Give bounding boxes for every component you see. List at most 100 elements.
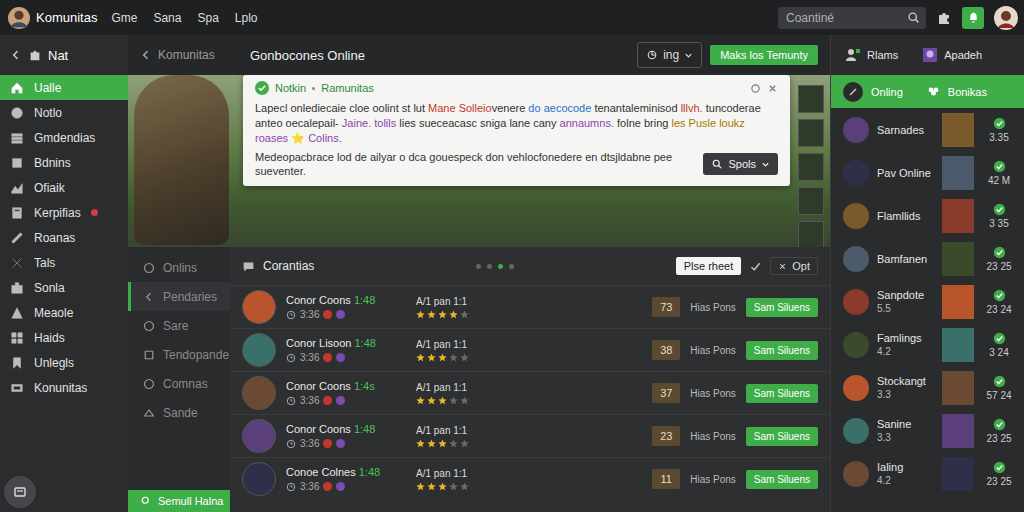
- friend-row[interactable]: Stockangt3.357 24: [831, 366, 1024, 409]
- top-nav: Gme Sana Spa Lplo: [111, 11, 257, 25]
- feed-row[interactable]: Conor Coons 1:483:36A/1 pan 1:123Hias Po…: [230, 414, 830, 457]
- gallery-thumb[interactable]: [798, 221, 824, 247]
- player-avatar[interactable]: [242, 290, 276, 324]
- filter-dropdown[interactable]: ing: [637, 42, 702, 68]
- nav-link[interactable]: Sana: [153, 11, 181, 25]
- player-name: Conor Coons: [286, 423, 351, 435]
- notification-source[interactable]: Ramunitas: [321, 82, 374, 94]
- sidebar-item[interactable]: Bdnins: [0, 150, 128, 175]
- friend-avatar: [843, 461, 869, 487]
- minimize-icon[interactable]: [750, 83, 761, 94]
- gallery-thumb[interactable]: [798, 153, 824, 181]
- search-dropdown-button[interactable]: Spols: [703, 153, 778, 175]
- sidebar-item[interactable]: Ofiaik: [0, 175, 128, 200]
- friend-row[interactable]: Sanine3.323 25: [831, 409, 1024, 452]
- sidebar-item[interactable]: Unlegls: [0, 350, 128, 375]
- sidebar-item[interactable]: Ualle: [0, 75, 128, 100]
- right-tab[interactable]: Rlams: [845, 47, 898, 63]
- clock-icon: [286, 439, 296, 449]
- friend-row[interactable]: Sarnades3.35: [831, 108, 1024, 151]
- feed-row[interactable]: Conor Coons 1:4s3:36A/1 pan 1:137Hias Po…: [230, 371, 830, 414]
- friend-row[interactable]: Bamfanen23 25: [831, 237, 1024, 280]
- pager-dot[interactable]: [498, 264, 503, 269]
- notifications-button[interactable]: [962, 7, 984, 29]
- star-icon: [427, 353, 436, 362]
- subnav-item[interactable]: Sande: [128, 398, 230, 427]
- friend-avatar: [843, 418, 869, 444]
- player-meta: 3:36: [300, 438, 319, 449]
- subnav-item[interactable]: Sare: [128, 311, 230, 340]
- friend-name: Pav Online: [877, 167, 934, 179]
- feed-row[interactable]: Conoe Colnes 1:483:36A/1 pan 1:111Hias P…: [230, 457, 830, 500]
- back-link[interactable]: Komunitas: [128, 48, 230, 62]
- clock-icon: [286, 310, 296, 320]
- subnav-item[interactable]: Pendaries: [128, 282, 230, 311]
- nav-link[interactable]: Lplo: [235, 11, 258, 25]
- bonus-tab[interactable]: Bonikas: [927, 85, 987, 98]
- sidebar-item[interactable]: Notlo: [0, 100, 128, 125]
- sidebar-item[interactable]: Roanas: [0, 225, 128, 250]
- friend-row[interactable]: Famlings4.23 24: [831, 323, 1024, 366]
- pager-dot[interactable]: [487, 264, 492, 269]
- chat-button[interactable]: [4, 476, 36, 508]
- row-label: Hias Pons: [690, 345, 736, 356]
- player-avatar[interactable]: [242, 333, 276, 367]
- right-tab[interactable]: Apadeh: [922, 47, 982, 63]
- friend-value: 3.35: [989, 132, 1008, 143]
- star-icon: [427, 310, 436, 319]
- friend-row[interactable]: Flamllids3 35: [831, 194, 1024, 237]
- player-avatar[interactable]: [242, 376, 276, 410]
- subnav-action-button[interactable]: Semull Halna: [128, 490, 230, 512]
- gallery-thumb[interactable]: [798, 187, 824, 215]
- subnav-item[interactable]: Onlins: [128, 253, 230, 282]
- back-arrow-icon[interactable]: [10, 49, 22, 61]
- pager-dot[interactable]: [476, 264, 481, 269]
- nav-link[interactable]: Gme: [111, 11, 137, 25]
- close-icon[interactable]: [767, 83, 778, 94]
- sidebar-item[interactable]: Haids: [0, 325, 128, 350]
- pager-dot[interactable]: [509, 264, 514, 269]
- search-input[interactable]: [784, 10, 907, 26]
- feed-row[interactable]: Conor Lisoon 1:483:36A/1 pan 1:138Hias P…: [230, 328, 830, 371]
- join-button[interactable]: Sam Siluens: [746, 298, 818, 317]
- star-icon: [449, 396, 458, 405]
- search-field[interactable]: [778, 7, 926, 29]
- user-avatar-icon[interactable]: [8, 7, 30, 29]
- sidebar-item[interactable]: Gmdendias: [0, 125, 128, 150]
- subnav-item[interactable]: Comnas: [128, 369, 230, 398]
- friend-row[interactable]: Ialing4.223 25: [831, 452, 1024, 495]
- sidebar-item[interactable]: Sonla: [0, 275, 128, 300]
- sidebar-item[interactable]: Tals: [0, 250, 128, 275]
- check-icon[interactable]: [749, 260, 762, 273]
- friend-row[interactable]: Sanpdote5.523 24: [831, 280, 1024, 323]
- options-button[interactable]: Opt: [770, 257, 818, 275]
- player-meta: 3:36: [300, 309, 319, 320]
- search-icon[interactable]: [907, 11, 920, 24]
- brand[interactable]: Komunitas: [8, 7, 97, 29]
- player-avatar[interactable]: [242, 419, 276, 453]
- puzzle-icon[interactable]: [936, 10, 952, 26]
- join-button[interactable]: Sam Siluens: [746, 470, 818, 489]
- profile-avatar-icon[interactable]: [994, 6, 1018, 30]
- gallery-thumb[interactable]: [798, 85, 824, 113]
- online-tab[interactable]: Onling: [843, 82, 903, 102]
- sidebar-item[interactable]: Kerpifias: [0, 200, 128, 225]
- sidebar-item[interactable]: Konunitas: [0, 375, 128, 400]
- sidebar-item[interactable]: Meaole: [0, 300, 128, 325]
- join-button[interactable]: Sam Siluens: [746, 341, 818, 360]
- filter-button[interactable]: Plse rheet: [676, 257, 742, 275]
- star-icon: [427, 396, 436, 405]
- nav-link[interactable]: Spa: [197, 11, 218, 25]
- feed-row[interactable]: Conor Coons 1:483:36A/1 pan 1:173Hias Po…: [230, 285, 830, 328]
- join-button[interactable]: Sam Siluens: [746, 427, 818, 446]
- search-icon: [140, 495, 152, 507]
- rating-stars: [416, 482, 496, 491]
- sidebar: NatUalleNotloGmdendiasBdninsOfiaikKerpif…: [0, 35, 128, 512]
- primary-button[interactable]: Maks los Temunty: [710, 45, 818, 65]
- friend-row[interactable]: Pav Online42 M: [831, 151, 1024, 194]
- gallery-thumb[interactable]: [798, 119, 824, 147]
- join-button[interactable]: Sam Siluens: [746, 384, 818, 403]
- player-avatar[interactable]: [242, 462, 276, 496]
- star-icon: [416, 396, 425, 405]
- subnav-item[interactable]: Tendopande: [128, 340, 230, 369]
